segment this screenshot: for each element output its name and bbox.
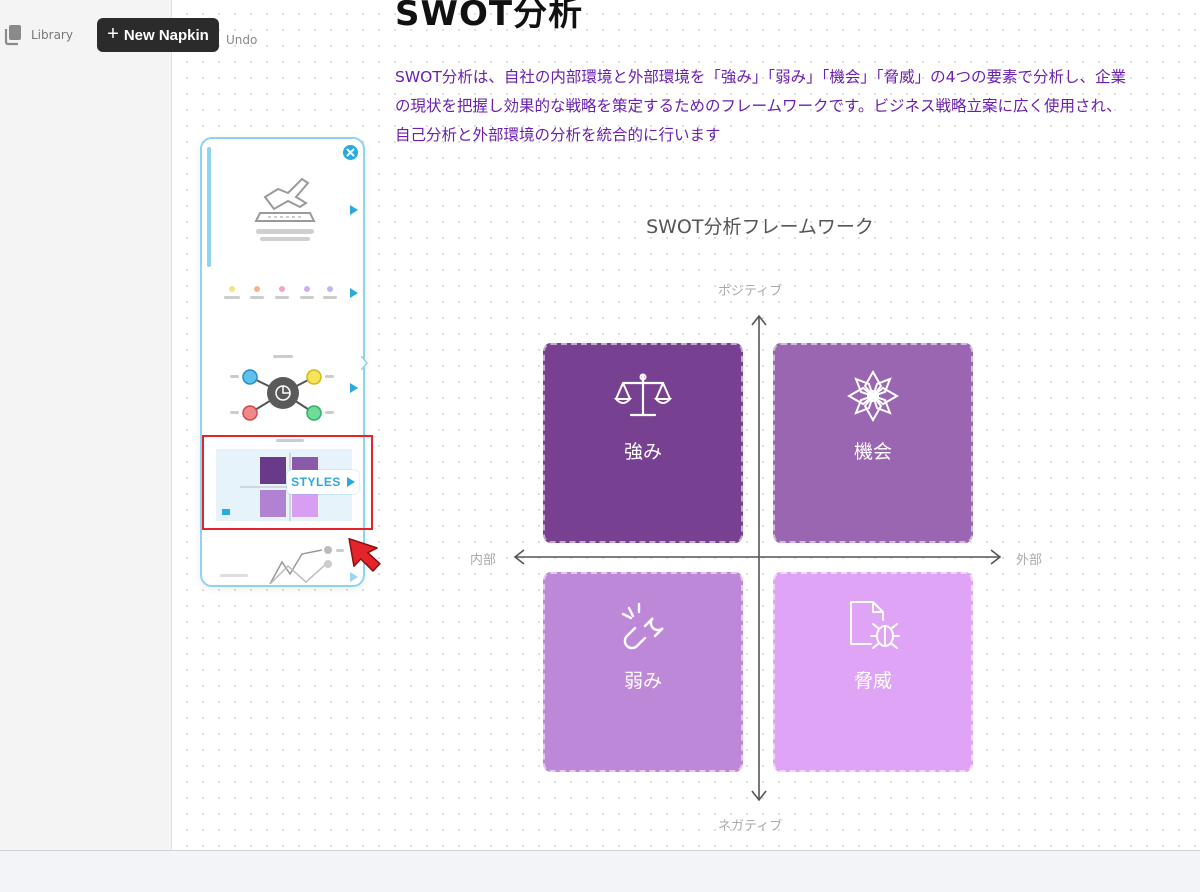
library-button[interactable]: Library [0, 22, 80, 48]
axis-label-top: ポジティブ [718, 284, 783, 299]
library-label: Library [31, 28, 73, 42]
red-pointer-arrow-icon [348, 537, 381, 572]
select-arrow-icon [350, 288, 358, 298]
axis-label-bottom: ネガティブ [718, 819, 783, 834]
axis-label-left: 内部 [470, 553, 497, 568]
timeline-dots-icon [224, 286, 337, 299]
style-option-5[interactable] [210, 544, 360, 584]
diagram-axes [513, 314, 1002, 802]
style-option-3[interactable] [210, 349, 360, 429]
select-arrow-icon [350, 205, 358, 215]
line-chart-preview-icon [220, 546, 344, 584]
styles-button[interactable]: STYLES [287, 470, 359, 494]
style-option-2[interactable] [210, 274, 360, 314]
left-sidebar [0, 0, 172, 850]
style-option-1[interactable] [210, 159, 360, 259]
play-arrow-icon [346, 477, 355, 487]
style-picker-panel [200, 137, 365, 587]
new-napkin-label: New Napkin [123, 26, 209, 44]
undo-button[interactable]: Undo [226, 33, 257, 47]
diagram-title[interactable]: SWOT分析フレームワーク [560, 212, 960, 239]
mindmap-icon [230, 355, 334, 421]
styles-label: STYLES [291, 475, 341, 489]
new-napkin-button[interactable]: + New Napkin [97, 18, 219, 52]
page-description[interactable]: SWOT分析は、自社の内部環境と外部環境を「強み」「弱み」「機会」「脅威」の4つ… [395, 63, 1130, 150]
plus-icon: + [107, 23, 119, 45]
page-title[interactable]: SWOT分析 [395, 0, 583, 35]
airplane-ticket-icon [254, 177, 316, 241]
axis-label-right: 外部 [1016, 553, 1043, 568]
bottom-bar [0, 850, 1200, 892]
panel-notch [361, 356, 368, 370]
library-icon [4, 25, 21, 46]
select-arrow-icon [350, 383, 358, 393]
